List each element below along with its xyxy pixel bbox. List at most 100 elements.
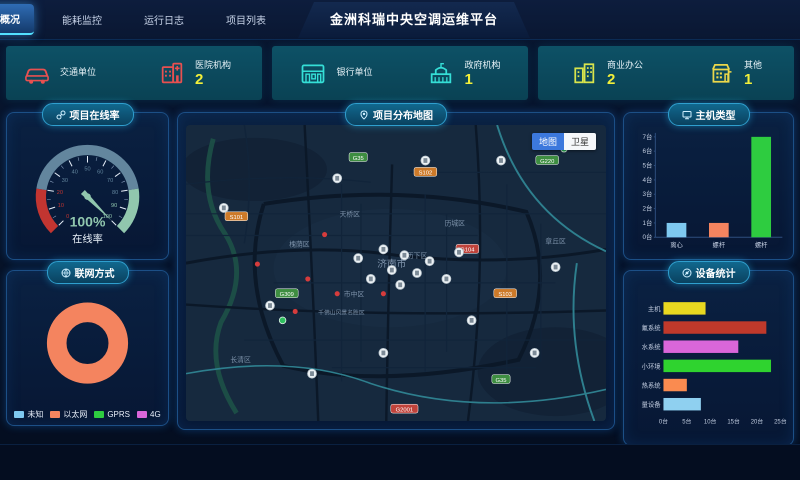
stat-label: 交通单位 bbox=[60, 65, 96, 78]
legend-label: 未知 bbox=[27, 409, 43, 420]
panel-title: 项目在线率 bbox=[70, 107, 120, 122]
svg-text:20: 20 bbox=[57, 190, 63, 196]
tab-project-list[interactable]: 项目列表 bbox=[212, 5, 280, 34]
svg-text:热系统: 热系统 bbox=[642, 380, 662, 389]
target-icon bbox=[682, 268, 692, 278]
project-marker[interactable] bbox=[387, 266, 396, 275]
stat-value: 2 bbox=[607, 71, 643, 88]
project-map-panel: 项目分布地图 地图 卫星 bbox=[177, 112, 615, 430]
city-map[interactable]: 济南市天桥区槐荫区历下区市中区历城区长清区章丘区千佛山风景名胜区G35S102G… bbox=[186, 125, 606, 421]
tab-overview[interactable]: 概况 bbox=[0, 4, 34, 35]
svg-text:螺杆: 螺杆 bbox=[755, 240, 768, 249]
map-place-label: 千佛山风景名胜区 bbox=[318, 308, 365, 316]
tab-run-log[interactable]: 运行日志 bbox=[130, 5, 198, 34]
project-marker[interactable] bbox=[333, 174, 342, 183]
stat-card-transport-hospital: 交通单位 医院机构 2 bbox=[6, 46, 262, 100]
map-canvas[interactable]: 地图 卫星 bbox=[186, 125, 606, 421]
project-marker[interactable] bbox=[442, 274, 451, 283]
project-marker[interactable] bbox=[425, 257, 434, 266]
stat-value: 1 bbox=[464, 71, 500, 88]
poi-dot-red bbox=[335, 291, 340, 296]
satellite-button[interactable]: 卫星 bbox=[564, 133, 596, 150]
svg-text:80: 80 bbox=[112, 190, 118, 196]
stat-label: 政府机构 bbox=[464, 58, 500, 71]
project-marker[interactable] bbox=[366, 274, 375, 283]
host-type-panel: 主机类型 0台1台2台3台4台5台6台7台离心螺杆螺杆 bbox=[623, 112, 794, 260]
project-marker[interactable] bbox=[455, 248, 464, 257]
project-marker[interactable] bbox=[396, 280, 405, 289]
map-place-label: 天桥区 bbox=[340, 210, 361, 219]
svg-text:10: 10 bbox=[58, 203, 64, 209]
svg-text:螺杆: 螺杆 bbox=[713, 240, 726, 249]
project-marker[interactable] bbox=[530, 348, 539, 357]
poi-dot-red bbox=[255, 262, 260, 267]
project-marker[interactable] bbox=[266, 301, 275, 310]
globe-icon bbox=[61, 268, 71, 278]
stat-office: 商业办公 2 bbox=[570, 58, 643, 88]
svg-text:60: 60 bbox=[97, 170, 103, 176]
legend-item[interactable]: 4G bbox=[137, 409, 161, 420]
stat-government: 政府机构 1 bbox=[427, 58, 500, 88]
panel-title: 设备统计 bbox=[696, 265, 736, 280]
svg-text:主机: 主机 bbox=[648, 304, 661, 313]
tab-energy-monitor[interactable]: 能耗监控 bbox=[48, 5, 116, 34]
project-marker[interactable] bbox=[379, 245, 388, 254]
stat-label: 银行单位 bbox=[336, 65, 372, 78]
map-place-label: 章丘区 bbox=[545, 236, 566, 245]
page-title: 金洲科瑞中央空调运维平台 bbox=[298, 2, 530, 38]
legend-item[interactable]: 以太网 bbox=[50, 409, 87, 420]
svg-text:70: 70 bbox=[107, 178, 113, 184]
project-map-header: 项目分布地图 bbox=[345, 103, 447, 126]
device-stats-panel: 设备统计 主机氟系统水系统小环境热系统量设备0台5台10台15台20台25台 bbox=[623, 270, 794, 446]
svg-text:0台: 0台 bbox=[643, 232, 653, 241]
road-shield-label: S101 bbox=[230, 215, 244, 221]
road-shield-label: S103 bbox=[498, 292, 512, 298]
network-donut-chart bbox=[11, 283, 164, 405]
stat-label: 其他 bbox=[744, 58, 762, 71]
legend-item[interactable]: GPRS bbox=[94, 409, 130, 420]
road-shield-label: G35 bbox=[496, 378, 508, 384]
svg-text:5台: 5台 bbox=[643, 161, 653, 170]
project-marker[interactable] bbox=[308, 369, 317, 378]
pin-icon bbox=[359, 110, 369, 120]
government-icon bbox=[427, 59, 455, 87]
legend-item[interactable]: 未知 bbox=[14, 409, 43, 420]
online-rate-gauge: 100% 在线率 0102030405060708090100 bbox=[11, 127, 164, 255]
road-shield-label: G309 bbox=[280, 292, 294, 298]
svg-text:3台: 3台 bbox=[643, 189, 653, 198]
top-bar: 概况 能耗监控 运行日志 项目列表 视频监控 金洲科瑞中央空调运维平台 bbox=[0, 0, 800, 40]
bank-icon bbox=[299, 59, 327, 87]
project-marker[interactable] bbox=[413, 268, 422, 277]
hospital-icon bbox=[158, 59, 186, 87]
svg-text:90: 90 bbox=[111, 203, 117, 209]
project-marker[interactable] bbox=[467, 316, 476, 325]
stats-row: 交通单位 医院机构 2 bbox=[6, 46, 794, 100]
project-marker[interactable] bbox=[354, 254, 363, 263]
svg-text:10台: 10台 bbox=[704, 417, 717, 425]
map-place-label: 历下区 bbox=[407, 252, 428, 260]
svg-text:30: 30 bbox=[62, 178, 68, 184]
svg-text:小环境: 小环境 bbox=[642, 361, 662, 370]
svg-text:15台: 15台 bbox=[727, 417, 740, 425]
project-marker[interactable] bbox=[551, 263, 560, 272]
svg-text:离心: 离心 bbox=[670, 240, 683, 249]
center-column: 项目分布地图 地图 卫星 bbox=[177, 112, 615, 446]
project-marker[interactable] bbox=[219, 203, 228, 212]
project-marker[interactable] bbox=[400, 251, 409, 260]
poi-dot-green bbox=[279, 317, 286, 324]
svg-text:100: 100 bbox=[103, 214, 112, 220]
project-marker[interactable] bbox=[421, 156, 430, 165]
project-marker[interactable] bbox=[379, 348, 388, 357]
project-marker[interactable] bbox=[497, 156, 506, 165]
svg-text:50: 50 bbox=[84, 166, 90, 172]
stat-value bbox=[336, 78, 372, 82]
legend-label: 4G bbox=[150, 410, 161, 419]
map-button[interactable]: 地图 bbox=[532, 133, 564, 150]
panel-title: 主机类型 bbox=[696, 107, 736, 122]
poi-dot-red bbox=[293, 309, 298, 314]
left-column: 项目在线率 100% 在线率 0102030405060708090100 联网… bbox=[6, 112, 169, 446]
host-type-header: 主机类型 bbox=[668, 103, 750, 126]
office-icon bbox=[570, 59, 598, 87]
map-place-label: 槐荫区 bbox=[289, 239, 310, 248]
device-stats-header: 设备统计 bbox=[668, 261, 750, 284]
